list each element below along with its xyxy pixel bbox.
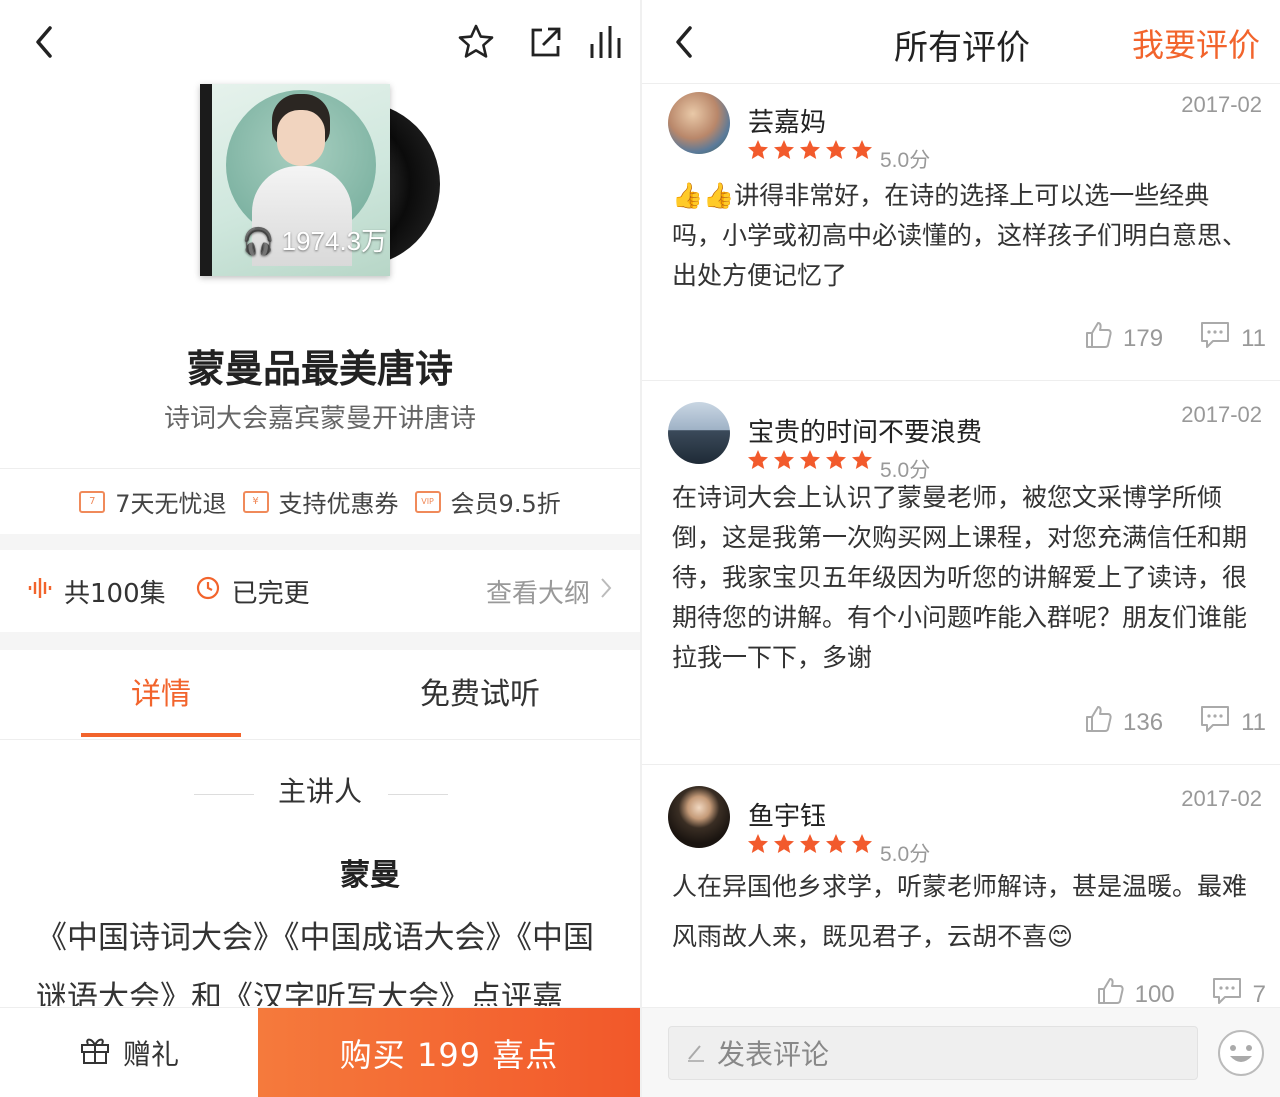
- comment-button[interactable]: 11: [1199, 320, 1266, 357]
- speaker-bio: 《中国诗词大会》《中国成语大会》《中国谜语大会》和《汉字听写大会》点评嘉: [36, 920, 594, 1006]
- audio-bars-icon[interactable]: [588, 22, 624, 62]
- review-date: 2017-02: [1181, 402, 1262, 427]
- perk-coupon: ¥ 支持优惠券: [242, 484, 399, 519]
- audio-wave-icon: [28, 576, 54, 607]
- thumbs-up-emoji-icon: 👍👍: [672, 181, 735, 210]
- reviewer-name[interactable]: 芸嘉妈: [748, 102, 826, 139]
- write-review-button[interactable]: 我要评价: [1132, 20, 1260, 66]
- active-tab-indicator: [81, 733, 241, 737]
- perk-vip-discount: VIP 会员9.5折: [414, 484, 561, 519]
- star-icon: [772, 448, 796, 472]
- star-icon: [746, 832, 770, 856]
- reviewer-name[interactable]: 宝贵的时间不要浪费: [748, 412, 982, 449]
- review-stats: 136 11: [1083, 704, 1266, 741]
- chevron-right-icon: [600, 576, 612, 606]
- like-button[interactable]: 179: [1083, 320, 1163, 357]
- avatar[interactable]: [668, 92, 730, 154]
- episodes-row: 共100集 已完更 查看大纲: [0, 550, 640, 632]
- review-item: 鱼宇钰 2017-02 5.0分 人在异国他乡求学，听蒙老师解诗，甚是温暖。最难…: [642, 786, 1280, 1016]
- purchase-bar: 赠礼 购买 199 喜点: [0, 1007, 640, 1097]
- clock-icon: [196, 576, 220, 607]
- star-icon: [824, 138, 848, 162]
- pencil-icon: [685, 1037, 707, 1070]
- perk-refund: 7 7天无忧退: [79, 484, 227, 519]
- view-outline-link[interactable]: 查看大纲: [486, 573, 612, 610]
- emoji-icon[interactable]: [1216, 1028, 1266, 1078]
- vip-icon: VIP: [414, 490, 441, 513]
- star-icon: [772, 832, 796, 856]
- reviews-header: 所有评价 我要评价: [642, 0, 1280, 84]
- reviewer-name[interactable]: 鱼宇钰: [748, 796, 826, 833]
- star-favorite-icon[interactable]: [456, 22, 496, 62]
- review-text: 在诗词大会上认识了蒙曼老师，被您文采博学所倾倒，这是我第一次购买网上课程，对您充…: [672, 483, 1248, 672]
- buy-button[interactable]: 购买 199 喜点: [258, 1008, 640, 1097]
- comment-input[interactable]: 发表评论: [668, 1026, 1198, 1080]
- star-icon: [850, 832, 874, 856]
- star-icon: [850, 448, 874, 472]
- comment-button[interactable]: 11: [1199, 704, 1266, 741]
- review-text: 👍👍讲得非常好，在诗的选择上可以选一些经典吗，小学或初高中必读懂的，这样孩子们明…: [672, 181, 1248, 290]
- share-icon[interactable]: [526, 24, 564, 62]
- episode-count: 共100集: [64, 578, 166, 609]
- speaker-name: 蒙曼: [340, 858, 400, 893]
- review-item: 宝贵的时间不要浪费 2017-02 5.0分 在诗词大会上认识了蒙曼老师，被您文…: [642, 402, 1280, 772]
- like-button[interactable]: 136: [1083, 704, 1163, 741]
- review-date: 2017-02: [1181, 92, 1262, 117]
- rating-stars: [746, 832, 874, 856]
- smile-emoji-icon: 😊: [1047, 922, 1074, 951]
- comment-bar: 发表评论: [642, 1007, 1280, 1097]
- star-icon: [746, 138, 770, 162]
- star-icon: [798, 448, 822, 472]
- headphones-icon: 🎧: [242, 226, 275, 256]
- comment-placeholder: 发表评论: [717, 1038, 830, 1071]
- star-icon: [798, 138, 822, 162]
- section-gap: [0, 632, 640, 650]
- review-divider: [642, 764, 1280, 765]
- star-icon: [850, 138, 874, 162]
- rating-stars: [746, 138, 874, 162]
- section-gap: [0, 534, 640, 550]
- review-text: 人在异国他乡求学，听蒙老师解诗，甚是温暖。最难风雨故人来，既见君子，云胡不喜😊: [672, 872, 1248, 951]
- review-divider: [642, 380, 1280, 381]
- back-icon[interactable]: [30, 24, 60, 60]
- thumbs-up-icon: [1083, 320, 1113, 357]
- star-icon: [772, 138, 796, 162]
- course-title: 蒙曼品最美唐诗: [186, 347, 453, 391]
- star-icon: [824, 448, 848, 472]
- review-date: 2017-02: [1181, 786, 1262, 811]
- review-stats: 179 11: [1083, 320, 1266, 357]
- comment-bubble-icon: [1199, 320, 1231, 357]
- review-score: 5.0分: [880, 149, 931, 172]
- star-icon: [746, 448, 770, 472]
- episode-status: 已完更: [231, 578, 310, 609]
- thumbs-up-icon: [1083, 704, 1113, 741]
- course-cover[interactable]: 🎧 1974.3万: [200, 84, 440, 284]
- avatar[interactable]: [668, 402, 730, 464]
- play-count: 🎧 1974.3万: [242, 226, 388, 256]
- star-icon: [798, 832, 822, 856]
- gift-button[interactable]: 赠礼: [0, 1008, 258, 1097]
- course-subtitle: 诗词大会嘉宾蒙曼开讲唐诗: [163, 404, 476, 434]
- rating-stars: [746, 448, 874, 472]
- gift-icon: [79, 1034, 111, 1073]
- review-item: 芸嘉妈 2017-02 5.0分 👍👍讲得非常好，在诗的选择上可以选一些经典吗，…: [642, 92, 1280, 382]
- course-detail-screen: 🎧 1974.3万 蒙曼品最美唐诗 诗词大会嘉宾蒙曼开讲唐诗 7 7天无忧退 ¥…: [0, 0, 640, 1097]
- coupon-icon: ¥: [242, 490, 269, 513]
- tab-bar: 详情 免费试听: [0, 650, 640, 740]
- tab-free-trial[interactable]: 免费试听: [380, 650, 580, 740]
- refund-icon: 7: [79, 490, 106, 513]
- avatar[interactable]: [668, 786, 730, 848]
- cover-image: 🎧 1974.3万: [200, 84, 390, 276]
- perks-row: 7 7天无忧退 ¥ 支持优惠券 VIP 会员9.5折: [0, 468, 640, 534]
- comment-bubble-icon: [1199, 704, 1231, 741]
- section-heading: 主讲人: [277, 775, 362, 808]
- reviews-screen: 所有评价 我要评价 芸嘉妈 2017-02 5.0分 👍👍讲得非常好，在诗的选择…: [640, 0, 1280, 1097]
- tab-details[interactable]: 详情: [81, 650, 241, 740]
- star-icon: [824, 832, 848, 856]
